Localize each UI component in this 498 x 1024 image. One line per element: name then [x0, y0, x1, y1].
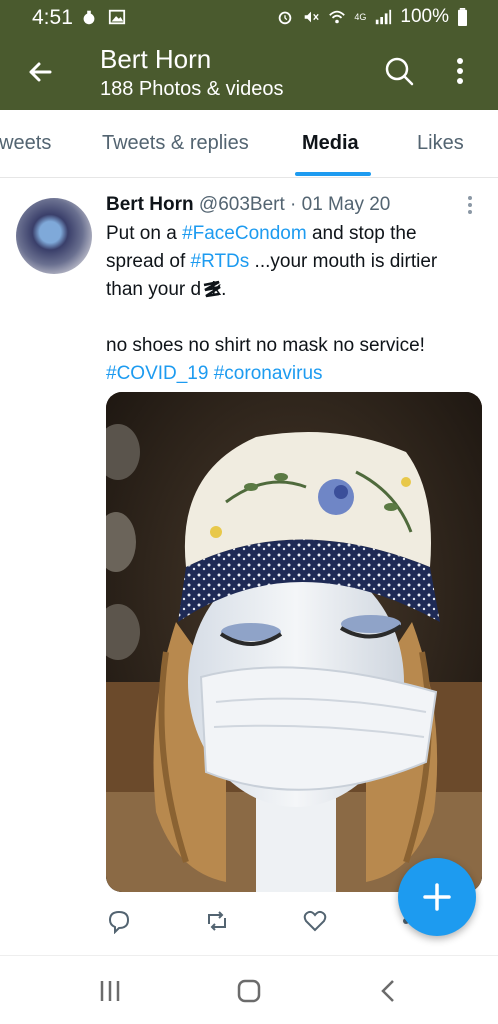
tab-tweets-replies[interactable]: Tweets & replies	[102, 132, 249, 155]
media-count: 188 Photos & videos	[100, 78, 284, 100]
system-nav-bar	[0, 955, 498, 1024]
back-chevron-icon[interactable]	[374, 976, 404, 1006]
reply-icon[interactable]	[106, 908, 132, 934]
tweet-text-segment: Put on a	[106, 223, 183, 244]
profile-tabs: Tweets Tweets & replies Media Likes	[0, 110, 498, 178]
plus-icon	[423, 883, 451, 911]
hashtag-coronavirus[interactable]: #coronavirus	[214, 363, 323, 384]
retweet-icon[interactable]	[204, 908, 230, 934]
notification-icon	[83, 10, 95, 25]
search-icon[interactable]	[382, 54, 416, 88]
tweet-more-icon[interactable]	[462, 194, 478, 216]
tab-likes[interactable]: Likes	[417, 132, 464, 155]
hashtag-covid19[interactable]: #COVID_19	[106, 363, 208, 384]
wifi-icon	[329, 10, 346, 24]
compose-button[interactable]	[398, 858, 476, 936]
status-bar: 4:51 4G 100%	[0, 0, 498, 36]
hashtag-facecondom[interactable]: #FaceCondom	[182, 223, 307, 244]
tab-tweets[interactable]: Tweets	[0, 132, 51, 155]
author-name[interactable]: Bert Horn	[106, 194, 194, 215]
more-vertical-icon[interactable]	[448, 54, 472, 88]
active-tab-indicator	[295, 172, 371, 176]
app-bar: Bert Horn 188 Photos & videos	[0, 36, 498, 110]
home-icon[interactable]	[234, 976, 264, 1006]
gallery-icon	[108, 9, 126, 25]
tweet-text-segment: spread of	[106, 251, 191, 272]
signal-icon	[376, 9, 392, 25]
tweet-line: than your d k.	[106, 276, 476, 304]
alarm-icon	[279, 11, 292, 25]
tweet-line: Put on a #FaceCondom and stop the	[106, 220, 476, 248]
status-time: 4:51	[32, 6, 73, 29]
recent-apps-icon[interactable]	[95, 976, 125, 1006]
tweet[interactable]: Bert Horn @603Bert · 01 May 20 Put on a …	[0, 180, 498, 950]
mute-icon	[305, 11, 320, 23]
censor-scribble-icon	[203, 280, 221, 298]
tweet-header: Bert Horn @603Bert · 01 May 20	[106, 194, 390, 216]
tweet-text-segment: ...your mouth is dirtier	[249, 251, 438, 272]
tweet-line: #COVID_19 #coronavirus	[106, 360, 476, 388]
tweet-date: 01 May 20	[301, 194, 391, 215]
tweet-line: no shoes no shirt no mask no service!	[106, 335, 425, 356]
battery-percent: 100%	[400, 6, 449, 27]
tweet-actions	[106, 908, 446, 938]
tweet-text: Put on a #FaceCondom and stop the spread…	[106, 220, 476, 388]
profile-name-title: Bert Horn	[100, 44, 212, 74]
tab-media[interactable]: Media	[302, 132, 359, 155]
hashtag-rtds[interactable]: #RTDs	[191, 251, 250, 272]
header-separator: ·	[290, 194, 297, 215]
heart-icon[interactable]	[302, 908, 328, 934]
tweet-media-image[interactable]	[106, 392, 482, 892]
avatar[interactable]	[16, 198, 92, 274]
back-arrow-icon[interactable]	[22, 54, 58, 90]
tweet-text-segment: and stop the	[306, 223, 417, 244]
battery-icon	[458, 8, 467, 26]
network-type: 4G	[354, 12, 367, 22]
mannequin-photo	[106, 392, 482, 892]
author-handle: @603Bert	[198, 194, 285, 215]
tweet-line: spread of #RTDs ...your mouth is dirtier	[106, 248, 476, 276]
